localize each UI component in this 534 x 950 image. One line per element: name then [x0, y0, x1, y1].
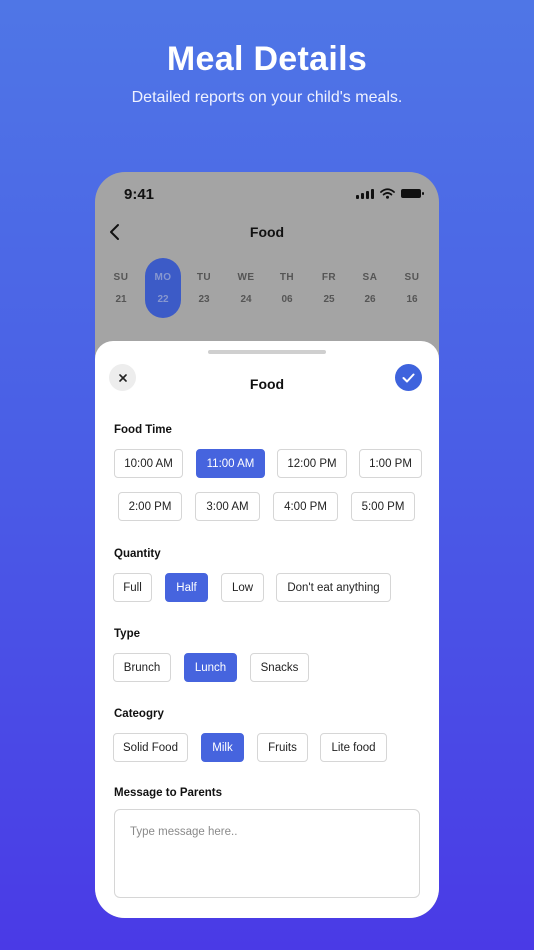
type-option-selected[interactable]: Lunch — [184, 653, 237, 682]
day-item[interactable]: FR 25 — [311, 258, 347, 318]
day-item[interactable]: TU 23 — [186, 258, 222, 318]
day-name: TH — [279, 272, 295, 283]
day-name: SU — [113, 272, 129, 283]
category-label: Cateogry — [114, 708, 164, 720]
phone-screen: 9:41 Food SU 21 MO 22 TU 23 WE 24 TH 06 … — [95, 172, 439, 918]
day-date: 16 — [406, 294, 418, 305]
food-time-label: Food Time — [114, 424, 172, 436]
food-time-option-selected[interactable]: 11:00 AM — [196, 449, 265, 478]
day-name: TU — [196, 272, 212, 283]
status-icons — [356, 188, 424, 199]
nav-title: Food — [249, 224, 285, 240]
category-option[interactable]: Lite food — [320, 733, 387, 762]
day-date: 21 — [115, 294, 127, 305]
day-item[interactable]: SU 21 — [103, 258, 139, 318]
wifi-icon — [380, 188, 395, 199]
food-time-option[interactable]: 5:00 PM — [351, 492, 415, 521]
check-icon — [402, 373, 415, 382]
cellular-signal-icon — [356, 188, 374, 199]
day-name: SU — [404, 272, 420, 283]
quantity-option[interactable]: Don't eat anything — [276, 573, 391, 602]
sheet-title: Food — [249, 376, 285, 392]
food-time-option[interactable]: 2:00 PM — [118, 492, 182, 521]
food-time-option[interactable]: 1:00 PM — [359, 449, 422, 478]
sheet-drag-handle[interactable] — [208, 350, 326, 354]
day-name: FR — [321, 272, 337, 283]
day-item[interactable]: TH 06 — [269, 258, 305, 318]
quantity-option-selected[interactable]: Half — [165, 573, 208, 602]
week-day-strip: SU 21 MO 22 TU 23 WE 24 TH 06 FR 25 SA 2… — [95, 258, 439, 318]
day-date: 22 — [157, 294, 169, 305]
food-time-option[interactable]: 3:00 AM — [195, 492, 260, 521]
day-item-selected[interactable]: MO 22 — [145, 258, 181, 318]
day-date: 23 — [198, 294, 210, 305]
food-time-option[interactable]: 4:00 PM — [273, 492, 338, 521]
category-option[interactable]: Solid Food — [113, 733, 188, 762]
food-time-option[interactable]: 10:00 AM — [114, 449, 183, 478]
message-label: Message to Parents — [114, 787, 223, 799]
day-item[interactable]: SA 26 — [352, 258, 388, 318]
day-item[interactable]: SU 16 — [394, 258, 430, 318]
quantity-option[interactable]: Full — [113, 573, 152, 602]
message-input[interactable] — [114, 809, 420, 898]
confirm-button[interactable] — [395, 364, 422, 391]
day-date: 06 — [281, 294, 293, 305]
food-time-option[interactable]: 12:00 PM — [277, 449, 347, 478]
day-date: 24 — [240, 294, 252, 305]
promo-subhead: Detailed reports on your child's meals. — [131, 89, 403, 106]
food-bottom-sheet: Food Food Time 10:00 AM 11:00 AM 12:00 P… — [95, 341, 439, 918]
category-option-selected[interactable]: Milk — [201, 733, 244, 762]
day-name: WE — [237, 272, 255, 283]
type-label: Type — [114, 628, 140, 640]
battery-icon — [401, 189, 424, 198]
quantity-label: Quantity — [114, 548, 161, 560]
day-name: MO — [154, 272, 172, 283]
type-option[interactable]: Brunch — [113, 653, 171, 682]
quantity-option[interactable]: Low — [221, 573, 264, 602]
day-date: 26 — [364, 294, 376, 305]
category-option[interactable]: Fruits — [257, 733, 308, 762]
day-date: 25 — [323, 294, 335, 305]
day-item[interactable]: WE 24 — [228, 258, 264, 318]
type-option[interactable]: Snacks — [250, 653, 309, 682]
day-name: SA — [362, 272, 378, 283]
status-time: 9:41 — [124, 186, 155, 203]
promo-headline: Meal Details — [166, 40, 368, 78]
